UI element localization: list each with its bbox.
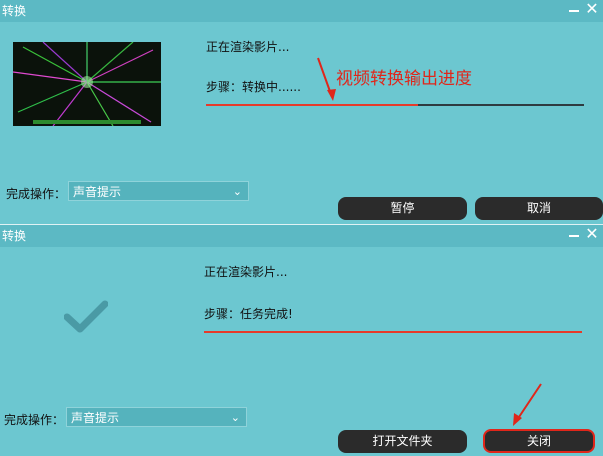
render-status: 正在渲染影片... xyxy=(204,265,288,279)
step-status: 步骤：转换中...... xyxy=(206,80,301,94)
titlebar: 转换 ✕ xyxy=(0,225,603,247)
annotation-label: 视频转换输出进度 xyxy=(336,69,472,89)
checkmark-icon xyxy=(64,300,108,333)
done-action-value: 声音提示 xyxy=(73,185,122,199)
pause-button[interactable]: 暂停 xyxy=(338,197,467,220)
window-title: 转换 xyxy=(2,229,27,243)
chevron-down-icon: ⌄ xyxy=(232,185,242,198)
done-action-select[interactable]: 声音提示 ⌄ xyxy=(66,407,247,427)
progress-bar xyxy=(204,331,582,333)
done-action-value: 声音提示 xyxy=(71,411,120,425)
minimize-icon[interactable] xyxy=(565,0,583,20)
convert-dialog-complete: 转换 ✕ 正在渲染影片... 步骤：任务完成! 完成操作： 声音提示 ⌄ 打开文… xyxy=(0,224,603,456)
render-status: 正在渲染影片... xyxy=(206,40,290,54)
cancel-button[interactable]: 取消 xyxy=(475,197,603,220)
window-title: 转换 xyxy=(2,4,27,18)
close-icon[interactable]: ✕ xyxy=(583,0,601,20)
progress-fill xyxy=(204,331,582,333)
titlebar: 转换 ✕ xyxy=(0,0,603,22)
done-action-select[interactable]: 声音提示 ⌄ xyxy=(68,181,249,201)
minimize-icon[interactable] xyxy=(565,225,583,245)
chevron-down-icon: ⌄ xyxy=(230,411,240,424)
done-action-label: 完成操作： xyxy=(4,413,65,427)
video-thumbnail xyxy=(13,42,161,126)
progress-bar xyxy=(206,104,584,106)
convert-dialog-in-progress: 转换 ✕ 正在渲染影片... 步骤：转换中...... 完成操作： 声音提示 ⌄… xyxy=(0,0,603,224)
open-folder-button[interactable]: 打开文件夹 xyxy=(338,430,467,453)
progress-fill xyxy=(206,104,418,106)
step-status: 步骤：任务完成! xyxy=(204,307,293,321)
done-action-label: 完成操作： xyxy=(6,187,67,201)
close-icon[interactable]: ✕ xyxy=(583,225,601,245)
close-button[interactable]: 关闭 xyxy=(483,429,595,453)
